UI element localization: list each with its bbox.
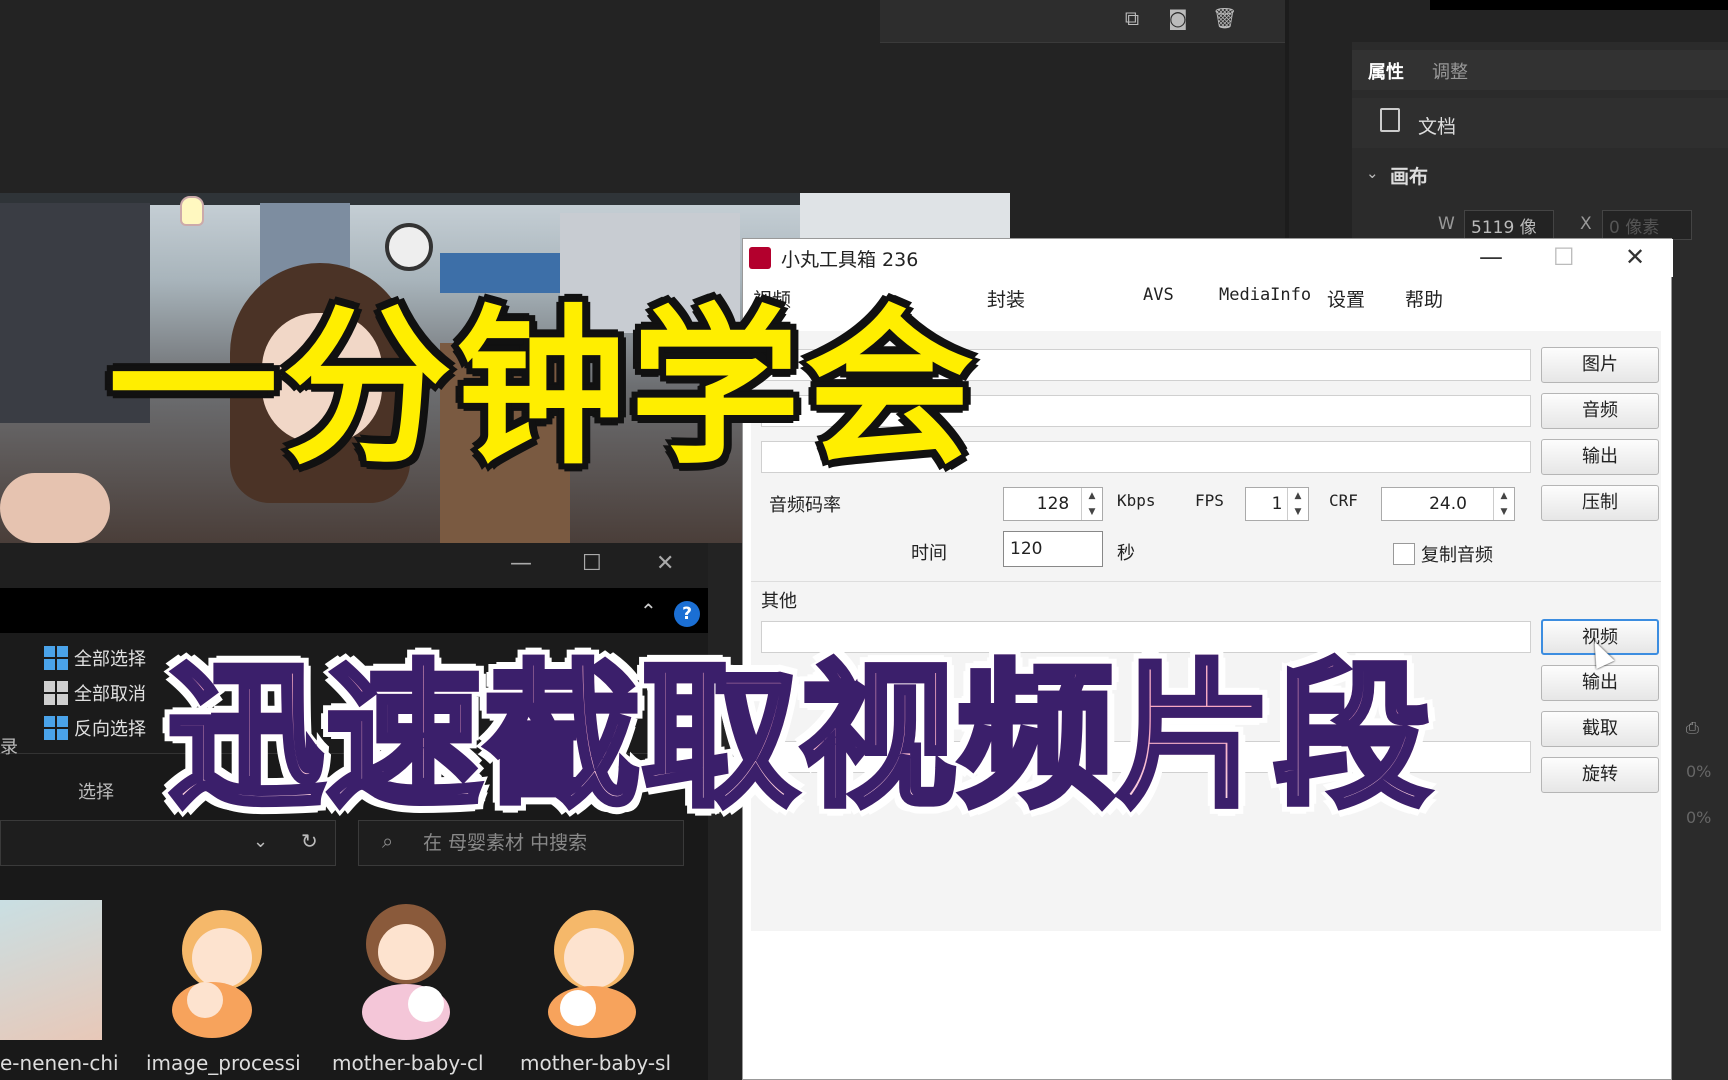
file-name[interactable]: image_processi <box>146 1051 301 1075</box>
maximize-icon[interactable]: ☐ <box>582 551 602 576</box>
percent-field-2[interactable]: 0% <box>1686 808 1711 827</box>
crf-stepper[interactable]: 24.0 ▲ ▼ <box>1381 487 1515 521</box>
time-input[interactable]: 120 <box>1003 531 1103 567</box>
select-none-icon <box>44 681 68 705</box>
crf-label: CRF <box>1329 491 1358 510</box>
ps-properties-tabs: 属性 调整 <box>1352 50 1728 90</box>
select-all-icon <box>44 646 68 670</box>
width-label: W <box>1438 214 1455 234</box>
copy-audio-label: 复制音频 <box>1421 545 1493 566</box>
time-label: 时间 <box>911 543 947 564</box>
file-thumbnail[interactable] <box>336 900 476 1040</box>
cut-button[interactable]: 截取 <box>1541 711 1659 747</box>
minimize-icon[interactable]: — <box>510 551 532 576</box>
spin-arrows-icon[interactable]: ▲ ▼ <box>1493 488 1514 520</box>
spin-arrows-icon[interactable]: ▲ ▼ <box>1081 488 1102 520</box>
width-field[interactable]: 5119 像素 <box>1464 210 1554 263</box>
audio-button[interactable]: 音频 <box>1541 393 1659 429</box>
chevron-down-icon[interactable]: ⌄ <box>1366 164 1379 182</box>
select-none-button[interactable]: 全部取消 <box>44 678 146 708</box>
minimize-icon[interactable]: — <box>1479 243 1503 271</box>
spin-arrows-icon[interactable]: ▲ ▼ <box>1287 488 1308 520</box>
canvas-label: 画布 <box>1390 166 1429 188</box>
select-all-label: 全部选择 <box>74 649 146 670</box>
file-thumbnail[interactable] <box>0 900 102 1040</box>
overlay-title-line2: 迅速截取视频片段 <box>165 610 1433 836</box>
fps-label: FPS <box>1195 491 1224 510</box>
copy-audio-checkbox[interactable] <box>1393 543 1415 565</box>
file-name[interactable]: mother-baby-sl <box>520 1051 671 1075</box>
rotate-button[interactable]: 旋转 <box>1541 757 1659 793</box>
ps-layer-toolbar: ⧉ ◙ 🗑 <box>880 0 1285 43</box>
tab-avs[interactable]: AVS <box>1143 285 1174 305</box>
close-icon[interactable]: ✕ <box>1625 243 1645 271</box>
ribbon-group-select: 选择 <box>78 782 114 803</box>
invert-selection-icon <box>44 716 68 740</box>
x-label: X <box>1580 214 1592 234</box>
invert-selection-button[interactable]: 反向选择 <box>44 713 146 743</box>
x-field[interactable]: 0 像素 <box>1602 210 1692 240</box>
select-all-button[interactable]: 全部选择 <box>44 643 146 673</box>
ps-document-row <box>1352 98 1728 148</box>
output-button-2[interactable]: 输出 <box>1541 665 1659 701</box>
tab-settings[interactable]: 设置 <box>1327 285 1365 312</box>
file-name[interactable]: e-nenen-chi <box>0 1051 119 1075</box>
document-label: 文档 <box>1418 116 1457 138</box>
trash-icon[interactable]: 🗑 <box>1212 6 1237 30</box>
lock-icon[interactable]: ⎙ <box>1686 718 1699 738</box>
explorer-titlebar: — ☐ ✕ <box>0 543 708 588</box>
tab-properties[interactable]: 属性 <box>1368 58 1404 84</box>
percent-field-1[interactable]: 0% <box>1686 762 1711 781</box>
crf-value: 24.0 <box>1429 494 1467 514</box>
maximize-icon[interactable]: ☐ <box>1553 243 1575 271</box>
camera-icon[interactable]: ◙ <box>1166 6 1190 30</box>
ribbon-left-partial: 录 <box>0 737 18 758</box>
overlay-title-line1: 一分钟学会 <box>108 290 979 488</box>
kbps-label: Kbps <box>1117 491 1156 510</box>
tab-help[interactable]: 帮助 <box>1405 285 1443 312</box>
file-name[interactable]: mother-baby-cl <box>332 1051 484 1075</box>
lightbulb-icon <box>180 196 204 226</box>
audio-bitrate-stepper[interactable]: 128 ▲ ▼ <box>1003 487 1103 521</box>
document-icon <box>1380 108 1400 132</box>
tab-mediainfo[interactable]: MediaInfo <box>1219 285 1311 305</box>
select-none-label: 全部取消 <box>74 684 146 705</box>
seconds-label: 秒 <box>1117 543 1135 564</box>
invert-selection-label: 反向选择 <box>74 719 146 740</box>
ps-black-strip <box>1430 0 1728 10</box>
fps-stepper[interactable]: 1 ▲ ▼ <box>1245 487 1309 521</box>
tab-mux[interactable]: 封装 <box>987 285 1025 312</box>
output-button[interactable]: 输出 <box>1541 439 1659 475</box>
audio-bitrate-value: 128 <box>1036 494 1070 514</box>
compress-button[interactable]: 压制 <box>1541 485 1659 521</box>
file-thumbnail[interactable] <box>522 900 662 1040</box>
tab-adjust[interactable]: 调整 <box>1432 58 1468 84</box>
divider <box>751 581 1661 582</box>
fps-value: 1 <box>1271 494 1283 514</box>
image-button[interactable]: 图片 <box>1541 347 1659 383</box>
new-layer-icon[interactable]: ⧉ <box>1120 6 1144 30</box>
file-thumbnail[interactable] <box>150 900 290 1040</box>
close-icon[interactable]: ✕ <box>656 551 674 576</box>
